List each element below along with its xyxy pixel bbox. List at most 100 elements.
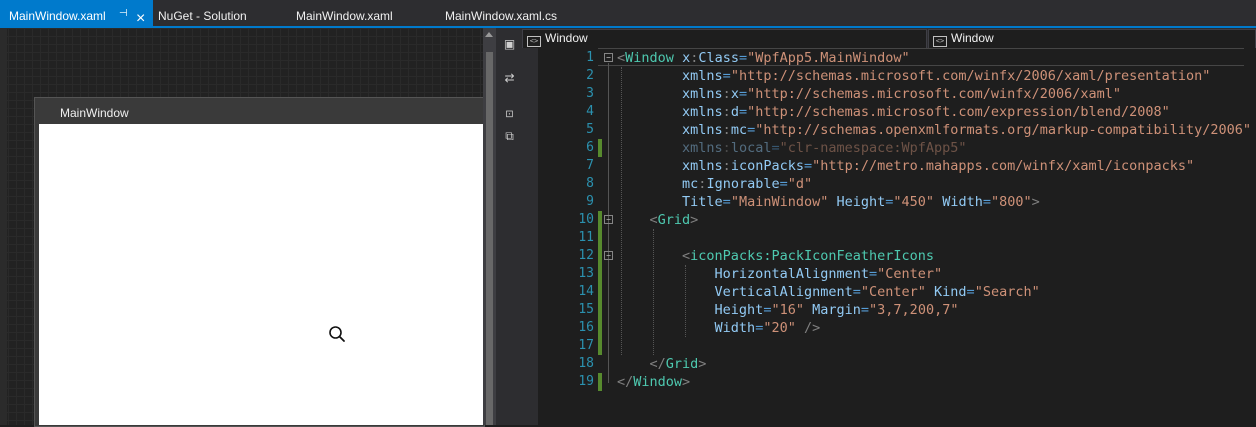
- code-token: =: [738, 50, 748, 66]
- code-token: "20": [763, 320, 796, 336]
- code-line[interactable]: <iconPacks:PackIconFeatherIcons: [617, 247, 934, 265]
- scroll-up-arrow-icon[interactable]: [485, 32, 493, 37]
- code-token: "http://schemas.microsoft.com/expression…: [747, 104, 1170, 120]
- line-number: 19: [578, 374, 594, 389]
- element-dropdown-right[interactable]: <> Window: [928, 29, 1256, 49]
- collapse-icon[interactable]: −: [604, 53, 613, 62]
- code-line[interactable]: xmlns="http://schemas.microsoft.com/winf…: [617, 67, 1210, 85]
- code-token: local: [730, 140, 772, 156]
- code-token: Height: [836, 194, 886, 210]
- change-marker: [598, 247, 602, 265]
- code-token: =: [747, 122, 756, 138]
- code-token: =: [738, 104, 748, 120]
- code-line[interactable]: HorizontalAlignment="Center": [617, 265, 943, 283]
- code-token: mc: [730, 122, 748, 138]
- code-token: HorizontalAlignment: [714, 266, 869, 282]
- code-line[interactable]: Title="MainWindow" Height="450" Width="8…: [617, 193, 1040, 211]
- code-token: "16": [771, 302, 804, 318]
- code-line[interactable]: VerticalAlignment="Center" Kind="Search": [617, 283, 1040, 301]
- pin-icon[interactable]: ⊣: [119, 9, 128, 19]
- code-token: x: [682, 50, 691, 66]
- code-token: mc: [682, 176, 699, 192]
- code-token: xmlns: [682, 104, 723, 120]
- code-token: "d": [787, 176, 813, 192]
- expand-pane-icon[interactable]: ⧉: [503, 130, 516, 143]
- code-line[interactable]: mc:Ignorable="d": [617, 175, 812, 193]
- collapse-pane-icon[interactable]: ⊡: [503, 108, 516, 121]
- code-token: x: [730, 86, 739, 102]
- code-line[interactable]: Width="20" />: [617, 319, 821, 337]
- code-token: Width: [714, 320, 756, 336]
- code-token: "clr-namespace:WpfApp5": [779, 140, 967, 156]
- code-line[interactable]: Height="16" Margin="3,7,200,7": [617, 301, 959, 319]
- code-token: >: [1031, 194, 1040, 210]
- collapse-icon[interactable]: −: [604, 215, 613, 224]
- code-token: xmlns: [682, 68, 723, 84]
- indicator-margin[interactable]: [522, 48, 538, 425]
- code-token: xmlns: [682, 140, 723, 156]
- code-token: Class: [698, 50, 739, 66]
- code-token: Grid: [665, 356, 699, 372]
- tab-nuget-solution[interactable]: NuGet - Solution: [153, 0, 273, 26]
- code-token: >: [682, 374, 691, 390]
- change-marker: [598, 319, 602, 337]
- code-token: VerticalAlignment: [714, 284, 853, 300]
- change-marker: [598, 283, 602, 301]
- tab-mainwindow-xaml-cs[interactable]: MainWindow.xaml.cs: [440, 0, 570, 26]
- change-marker: [598, 139, 602, 157]
- code-token: "MainWindow": [730, 194, 829, 210]
- code-token: =: [982, 194, 991, 210]
- code-token: Grid: [657, 212, 691, 228]
- swap-panes-icon[interactable]: ⇄: [503, 72, 516, 85]
- preview-window-client[interactable]: [39, 124, 483, 425]
- collapse-icon[interactable]: −: [604, 251, 613, 260]
- code-token: iconPacks: [730, 158, 804, 174]
- line-number: 3: [586, 86, 594, 101]
- code-token: <: [649, 212, 658, 228]
- line-number: 11: [578, 230, 594, 245]
- design-surface-edge: [0, 28, 7, 425]
- code-line[interactable]: <Window x:Class="WpfApp5.MainWindow": [617, 49, 910, 67]
- line-number: 5: [586, 122, 594, 137]
- search-icon[interactable]: [328, 325, 346, 343]
- code-token: Height: [714, 302, 764, 318]
- code-line[interactable]: </Grid>: [617, 355, 707, 373]
- change-marker: [598, 301, 602, 319]
- editor-scrollbar[interactable]: [1244, 48, 1256, 425]
- tab-mainwindow-xaml[interactable]: MainWindow.xaml ⊣ ×: [0, 0, 153, 27]
- code-line[interactable]: xmlns:local="clr-namespace:WpfApp5": [617, 139, 967, 157]
- code-token: =: [803, 158, 813, 174]
- design-view-icon[interactable]: ▣: [503, 38, 516, 51]
- code-line[interactable]: xmlns:x="http://schemas.microsoft.com/wi…: [617, 85, 1121, 103]
- change-marker: [598, 229, 602, 247]
- code-line[interactable]: xmlns:d="http://schemas.microsoft.com/ex…: [617, 103, 1170, 121]
- element-dropdown-right-label: Window: [951, 31, 994, 45]
- code-token: d: [730, 104, 739, 120]
- code-token: =: [771, 140, 780, 156]
- code-line[interactable]: xmlns:iconPacks="http://metro.mahapps.co…: [617, 157, 1194, 175]
- line-number: 12: [578, 248, 594, 263]
- code-token: =: [738, 86, 748, 102]
- code-line[interactable]: </Window>: [617, 373, 690, 391]
- element-dropdown-left[interactable]: <> Window: [522, 29, 927, 49]
- code-token: />: [803, 320, 821, 336]
- designer-scrollbar-thumb[interactable]: [486, 52, 493, 425]
- code-line[interactable]: <Grid>: [617, 211, 699, 229]
- code-line[interactable]: xmlns:mc="http://schemas.openxmlformats.…: [617, 121, 1251, 139]
- code-token: Margin: [812, 302, 861, 318]
- code-token: =: [860, 302, 870, 318]
- tab-mainwindow-xaml-2[interactable]: MainWindow.xaml: [290, 0, 420, 26]
